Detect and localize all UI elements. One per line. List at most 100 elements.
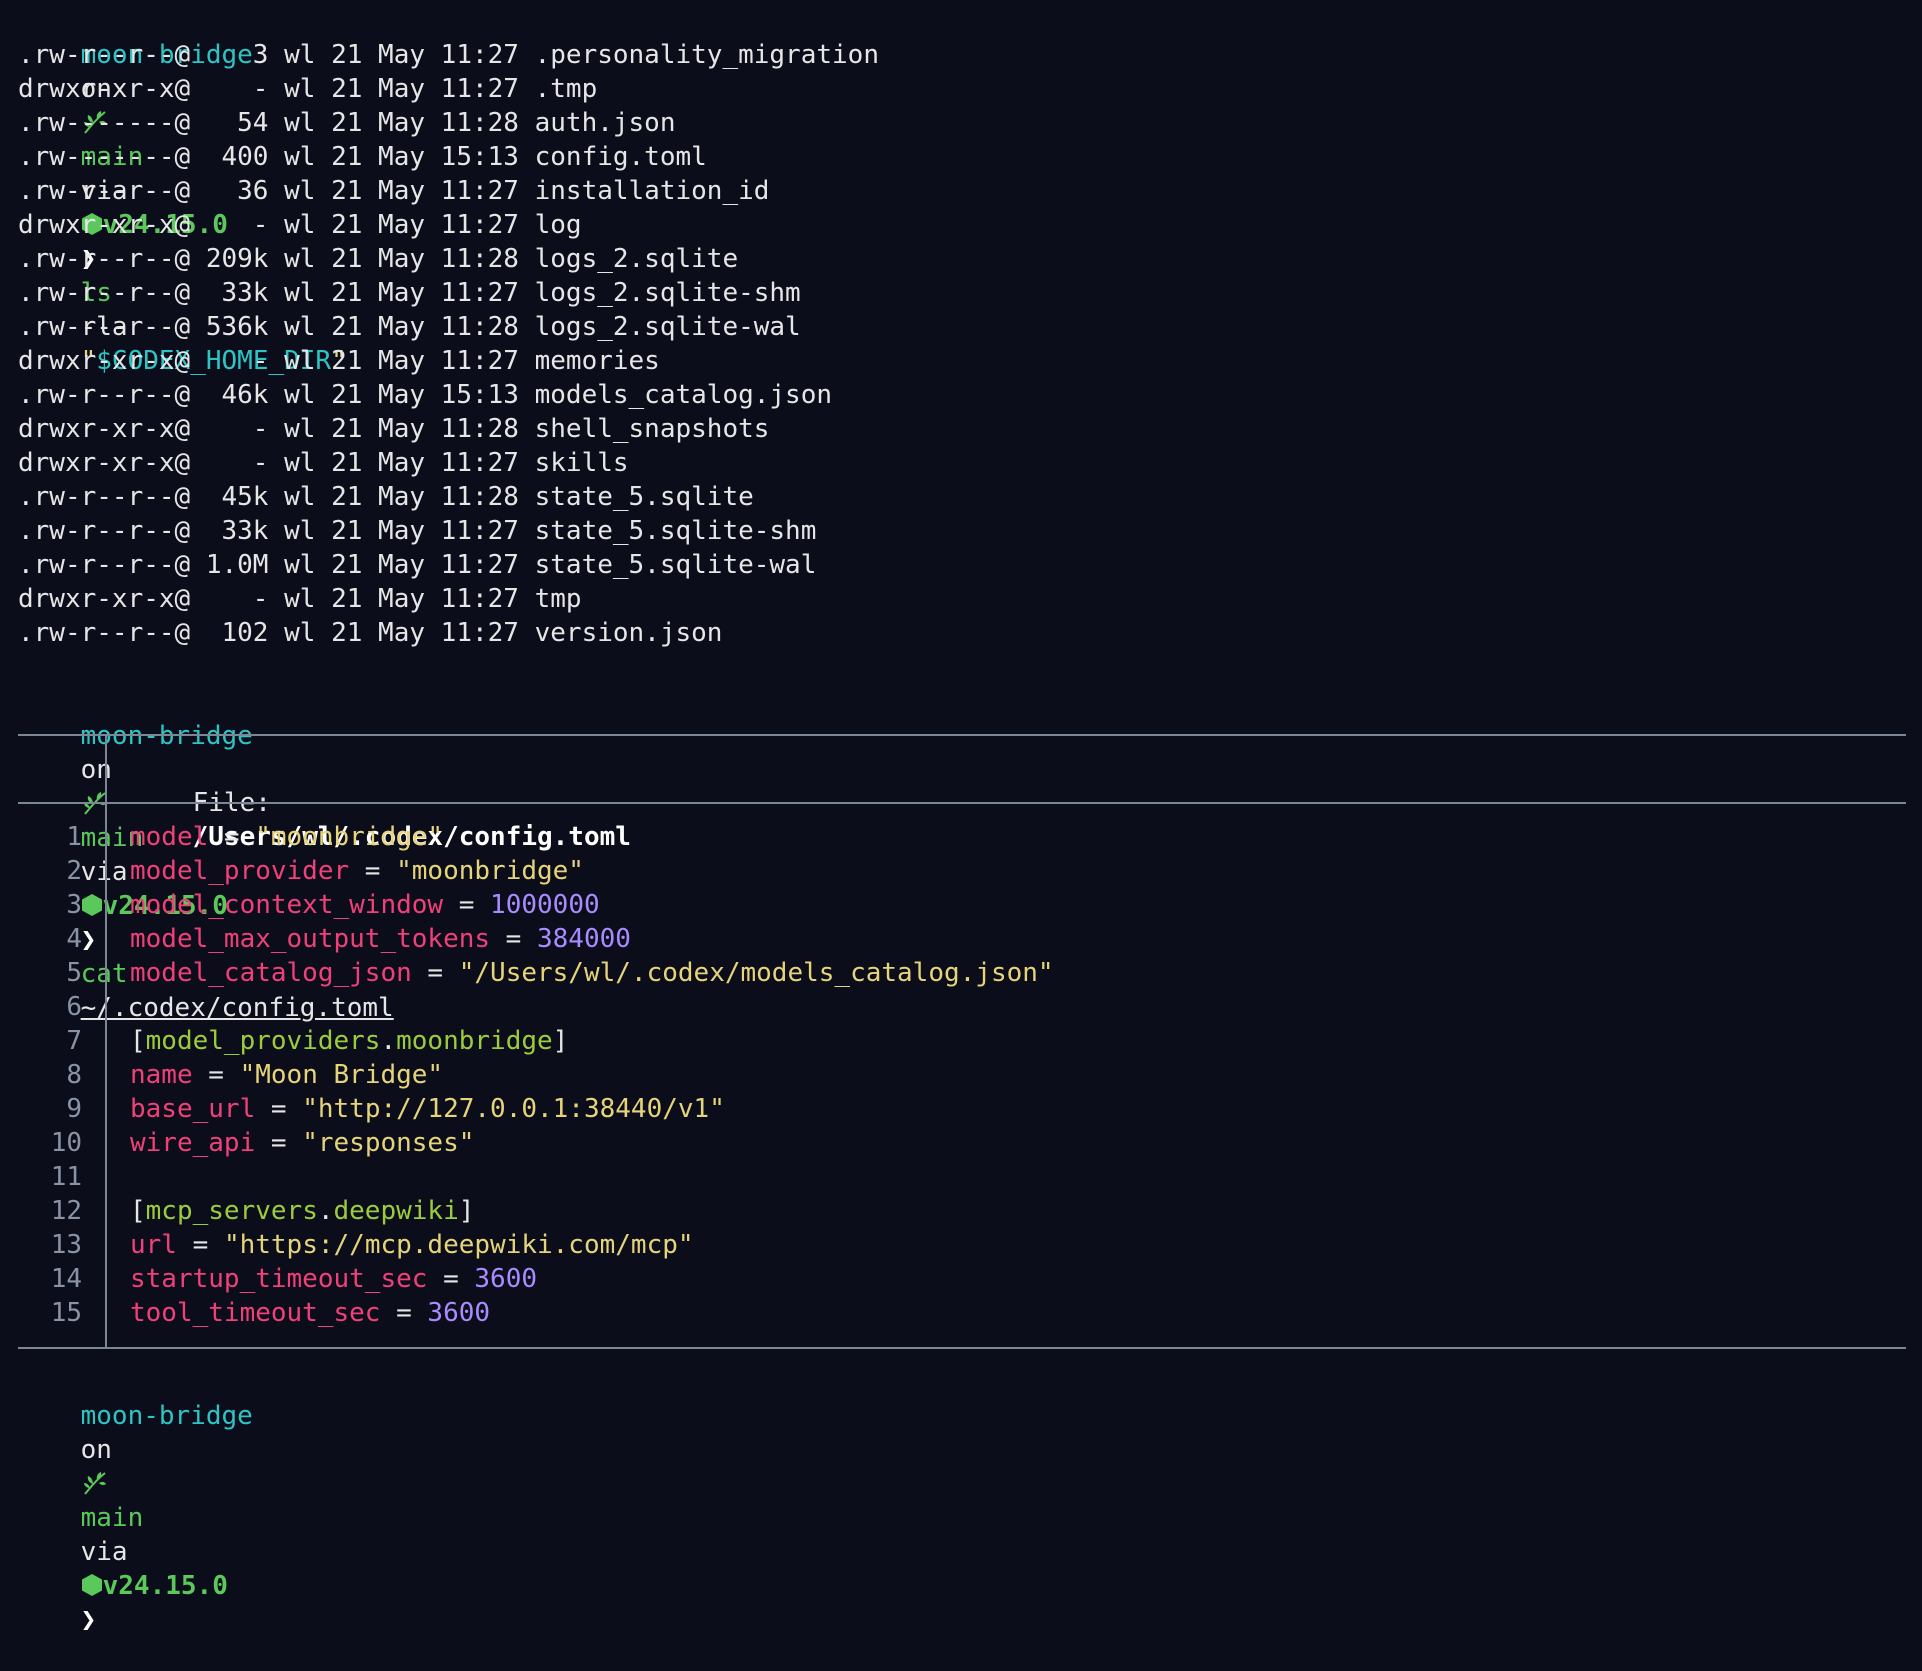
file-day: 21 — [315, 108, 363, 138]
file-name: state_5.sqlite — [518, 482, 754, 512]
file-month: May — [362, 244, 426, 274]
file-owner: wl — [268, 448, 316, 478]
code-token: name — [130, 1060, 193, 1090]
line-number: 8 — [66, 1060, 82, 1090]
list-item: .rw-r--r--@ 1.0M wl 21 May 11:27 state_5… — [18, 548, 816, 582]
terminal-window[interactable]: moon-bridge on main via v24.15.0 ❯ ls -l… — [0, 0, 1922, 1635]
file-time: 11:28 — [425, 312, 519, 342]
code-token: 3600 — [474, 1264, 538, 1294]
file-permissions: .rw-------@ — [18, 108, 191, 138]
file-size: 3 — [190, 40, 269, 70]
file-time: 11:27 — [425, 448, 519, 478]
file-time: 11:27 — [425, 40, 519, 70]
file-day: 21 — [315, 414, 363, 444]
file-month: May — [362, 278, 426, 308]
file-month: May — [362, 380, 426, 410]
file-month: May — [362, 584, 426, 614]
file-size: 209k — [190, 244, 269, 274]
file-permissions: .rw-r--r--@ — [18, 176, 191, 206]
code-token: model_provider — [130, 856, 350, 886]
list-item: .rw-r--r--@ 209k wl 21 May 11:28 logs_2.… — [18, 242, 738, 276]
code-token: = — [411, 958, 459, 988]
line-number: 10 — [50, 1128, 82, 1158]
file-size: 45k — [190, 482, 269, 512]
file-permissions: drwxr-xr-x@ — [18, 74, 191, 104]
list-item: .rw-r--r--@ 536k wl 21 May 11:28 logs_2.… — [18, 310, 801, 344]
file-permissions: .rw-r--r--@ — [18, 312, 191, 342]
file-size: 33k — [190, 516, 269, 546]
file-month: May — [362, 40, 426, 70]
code-token: mcp_servers — [145, 1196, 318, 1226]
file-owner: wl — [268, 380, 316, 410]
list-item: drwxr-xr-x@ - wl 21 May 11:27 log — [18, 208, 582, 242]
file-name: .tmp — [518, 74, 598, 104]
code-token: = — [176, 1230, 224, 1260]
code-token: "http://127.0.0.1:38440/v1" — [302, 1094, 725, 1124]
file-owner: wl — [268, 312, 316, 342]
code-line: startup_timeout_sec = 3600 — [130, 1262, 537, 1296]
file-size: - — [190, 346, 269, 376]
file-time: 11:28 — [425, 414, 519, 444]
file-day: 21 — [315, 278, 363, 308]
line-number: 15 — [50, 1298, 82, 1328]
code-token: ] — [458, 1196, 475, 1226]
file-day: 21 — [315, 142, 363, 172]
file-month: May — [362, 108, 426, 138]
file-time: 11:27 — [425, 516, 519, 546]
line-number: 1 — [66, 822, 82, 852]
code-line: [mcp_servers.deepwiki] — [130, 1194, 474, 1228]
line-number: 14 — [50, 1264, 82, 1294]
file-name: skills — [518, 448, 629, 478]
line-number: 9 — [66, 1094, 82, 1124]
file-day: 21 — [315, 40, 363, 70]
file-time: 11:27 — [425, 278, 519, 308]
file-permissions: drwxr-xr-x@ — [18, 414, 191, 444]
file-size: 536k — [190, 312, 269, 342]
code-token: . — [380, 1026, 397, 1056]
file-month: May — [362, 210, 426, 240]
code-token: = — [380, 1298, 428, 1328]
file-day: 21 — [315, 448, 363, 478]
code-line: base_url = "http://127.0.0.1:38440/v1" — [130, 1092, 725, 1126]
file-day: 21 — [315, 176, 363, 206]
code-token: 3600 — [427, 1298, 491, 1328]
code-line: [model_providers.moonbridge] — [130, 1024, 568, 1058]
list-item: .rw-r--r--@ 46k wl 21 May 15:13 models_c… — [18, 378, 832, 412]
file-size: 400 — [190, 142, 269, 172]
list-item: drwxr-xr-x@ - wl 21 May 11:27 memories — [18, 344, 660, 378]
prompt-line-2: moon-bridge on main via v24.15.0 ❯ cat ~… — [18, 685, 394, 1023]
code-token: = — [192, 1060, 240, 1090]
code-line: url = "https://mcp.deepwiki.com/mcp" — [130, 1228, 694, 1262]
file-owner: wl — [268, 482, 316, 512]
list-item: drwxr-xr-x@ - wl 21 May 11:28 shell_snap… — [18, 412, 769, 446]
file-month: May — [362, 176, 426, 206]
file-size: - — [190, 74, 269, 104]
file-owner: wl — [268, 516, 316, 546]
prompt-line-3[interactable]: moon-bridge on main via v24.15.0 ❯ — [18, 1365, 253, 1635]
line-number: 2 — [66, 856, 82, 886]
file-owner: wl — [268, 584, 316, 614]
code-line: model_context_window = 1000000 — [130, 888, 600, 922]
file-owner: wl — [268, 278, 316, 308]
code-token: = — [208, 822, 256, 852]
file-name: models_catalog.json — [518, 380, 833, 410]
code-token: "/Users/wl/.codex/models_catalog.json" — [458, 958, 1054, 988]
file-month: May — [362, 142, 426, 172]
file-size: - — [190, 210, 269, 240]
file-owner: wl — [268, 40, 316, 70]
file-month: May — [362, 448, 426, 478]
list-item: .rw-r--r--@ 102 wl 21 May 11:27 version.… — [18, 616, 722, 650]
list-item: drwxr-xr-x@ - wl 21 May 11:27 skills — [18, 446, 629, 480]
file-view-header-rule — [18, 802, 1906, 804]
file-day: 21 — [315, 312, 363, 342]
line-number: 13 — [50, 1230, 82, 1260]
file-name: config.toml — [518, 142, 707, 172]
file-size: - — [190, 414, 269, 444]
file-permissions: drwxr-xr-x@ — [18, 210, 191, 240]
file-day: 21 — [315, 74, 363, 104]
file-month: May — [362, 618, 426, 648]
file-permissions: .rw-r--r--@ — [18, 40, 191, 70]
command-cat-path[interactable]: ~/.codex/config.toml — [81, 993, 394, 1023]
prompt-arrow: ❯ — [80, 925, 97, 955]
file-size: 33k — [190, 278, 269, 308]
